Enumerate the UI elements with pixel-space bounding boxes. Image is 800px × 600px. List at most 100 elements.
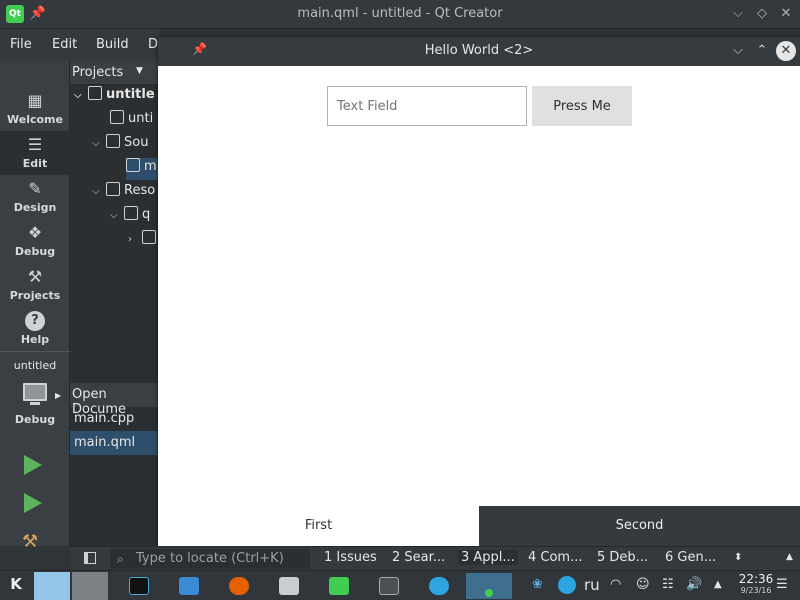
tree-item-prefix[interactable]: › <box>128 230 160 252</box>
tree-label: q <box>142 207 151 222</box>
mode-debug[interactable]: ❖ Debug <box>0 219 70 263</box>
menu-icon[interactable]: ☰ <box>776 577 788 592</box>
mode-help[interactable]: ? Help <box>0 307 70 351</box>
divider <box>0 351 70 352</box>
telegram-glyph <box>429 577 449 595</box>
close-button[interactable]: ✕ <box>776 41 796 61</box>
text-field[interactable] <box>327 86 527 126</box>
tree-item-sources[interactable]: ⌵ Sou <box>92 134 148 156</box>
qml-app-icon[interactable] <box>466 573 512 599</box>
chevron-down-icon[interactable]: ▼ <box>136 66 143 76</box>
menu-build[interactable]: Build <box>96 37 129 52</box>
tree-label: untitle <box>106 87 155 102</box>
menu-file[interactable]: File <box>10 37 32 52</box>
code-icon[interactable] <box>266 573 312 599</box>
folder-glyph <box>179 577 199 595</box>
debug-run-button[interactable] <box>24 493 42 513</box>
bug-icon: ❖ <box>27 223 43 242</box>
minimize-button[interactable]: ⌵ <box>728 41 748 61</box>
mode-design[interactable]: ✎ Design <box>0 175 70 219</box>
chevron-down-icon: ⌵ <box>74 90 82 101</box>
clion-icon[interactable] <box>116 573 162 599</box>
terminal-glyph <box>379 577 399 595</box>
mode-edit[interactable]: ☰ Edit <box>0 131 70 175</box>
tab-second[interactable]: Second <box>479 506 800 546</box>
mode-label: Welcome <box>7 113 63 126</box>
open-document-item[interactable]: main.qml <box>70 431 160 455</box>
tree-item-resources[interactable]: ⌵ Reso <box>92 182 155 204</box>
mode-label: Projects <box>9 289 61 302</box>
open-documents-header[interactable]: Open Docume <box>70 383 160 417</box>
network-manager-icon[interactable]: ❀ <box>532 577 543 592</box>
telegram-tray-icon[interactable] <box>558 576 576 594</box>
title-bar: Qt 📌 main.qml - untitled - Qt Creator ⌵ … <box>0 0 800 29</box>
menu-edit[interactable]: Edit <box>52 37 77 52</box>
window-title: main.qml - untitled - Qt Creator <box>297 6 503 21</box>
desktop-2-icon[interactable] <box>72 572 108 600</box>
menu-debug[interactable]: D <box>148 37 158 52</box>
build-hammer-icon[interactable]: ⚒ <box>22 531 38 552</box>
kde-menu-icon[interactable]: K <box>6 575 26 597</box>
monitor-icon <box>23 383 47 401</box>
projects-pane-title: Projects <box>72 65 124 80</box>
up-down-arrows-icon[interactable]: ⬍ <box>734 552 742 563</box>
maximize-button[interactable]: ⌃ <box>752 41 772 61</box>
wrench-icon: ⚒ <box>27 267 43 286</box>
keyboard-layout[interactable]: ru <box>584 576 600 594</box>
tree-item-qrc[interactable]: ⌵ q <box>110 206 150 228</box>
file-manager-icon[interactable] <box>166 573 212 599</box>
folder-icon <box>106 182 120 196</box>
firefox-icon[interactable] <box>216 573 262 599</box>
hello-world-title-bar[interactable]: 📌 Hello World <2> ⌵ ⌃ ✕ <box>158 37 800 66</box>
chevron-down-icon: ⌵ <box>110 210 118 221</box>
output-tab-search[interactable]: 2 Sear... <box>392 550 445 565</box>
press-me-button[interactable]: Press Me <box>532 86 632 126</box>
toggle-sidebar-icon[interactable] <box>84 552 96 564</box>
firefox-glyph <box>229 577 249 595</box>
chevron-up-icon[interactable]: ▲ <box>786 552 793 562</box>
mode-label: Edit <box>22 157 48 170</box>
minimize-button[interactable]: ⌵ <box>728 4 748 24</box>
locator-input[interactable]: ⌕ Type to locate (Ctrl+K) <box>110 549 310 569</box>
grid-icon: ▦ <box>27 91 43 110</box>
qt-creator-icon[interactable] <box>316 573 362 599</box>
user-icon[interactable]: ☺ <box>636 577 650 592</box>
kit-selector[interactable]: ▶ Debug <box>0 379 70 431</box>
volume-icon[interactable]: 🔊 <box>686 577 702 592</box>
open-document-item[interactable]: main.cpp <box>70 407 160 431</box>
projects-pane-header[interactable]: Projects ▼ <box>70 61 160 85</box>
terminal-icon[interactable] <box>366 573 412 599</box>
tree-item-project[interactable]: ⌵ untitle <box>74 86 155 108</box>
output-tab-general[interactable]: 6 Gen... <box>665 550 716 565</box>
clock-time: 22:36 <box>738 572 774 586</box>
tree-label: unti <box>128 111 154 126</box>
mode-welcome[interactable]: ▦ Welcome <box>0 87 70 131</box>
tree-label: Reso <box>124 183 156 198</box>
output-tab-issues[interactable]: 1 Issues <box>324 550 377 565</box>
telegram-icon[interactable] <box>416 573 462 599</box>
locator-placeholder: Type to locate (Ctrl+K) <box>136 551 284 566</box>
qml-app-glyph <box>485 589 493 597</box>
tab-first[interactable]: First <box>158 506 479 546</box>
tree-item-pro-file[interactable]: unti <box>110 110 153 132</box>
file-icon <box>124 206 138 220</box>
tray-expand-icon[interactable]: ▲ <box>714 579 722 590</box>
maximize-button[interactable]: ◇ <box>752 4 772 24</box>
run-button[interactable] <box>24 455 42 475</box>
chevron-down-icon: ⌵ <box>92 138 100 149</box>
output-tab-compile[interactable]: 4 Com... <box>528 550 583 565</box>
output-tab-debugger[interactable]: 5 Deb... <box>597 550 648 565</box>
monitor-stand-icon <box>30 402 40 405</box>
hello-world-window: 📌 Hello World <2> ⌵ ⌃ ✕ Press Me First S… <box>158 37 800 546</box>
tree-label: m <box>144 159 157 174</box>
clion-glyph <box>129 577 149 595</box>
pencil-icon: ✎ <box>28 179 42 198</box>
tree-item-main[interactable]: m <box>126 158 160 180</box>
close-button[interactable]: ✕ <box>776 4 796 24</box>
output-tab-application[interactable]: 3 Appl... <box>458 550 518 565</box>
wifi-icon[interactable]: ◠ <box>610 577 621 592</box>
clipboard-icon[interactable]: ☷ <box>662 577 674 592</box>
desktop-1-icon[interactable] <box>34 572 70 600</box>
clock[interactable]: 22:36 9/23/16 <box>738 572 774 595</box>
mode-projects[interactable]: ⚒ Projects <box>0 263 70 307</box>
